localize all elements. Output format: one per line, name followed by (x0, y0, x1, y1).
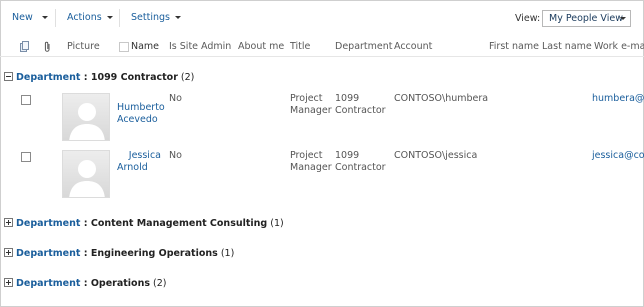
title-value: Project Manager (290, 93, 332, 117)
col-picture[interactable]: Picture (67, 41, 100, 53)
group-label[interactable]: Department (16, 278, 80, 289)
row-select-checkbox[interactable] (21, 95, 31, 105)
title-line-2: Manager (290, 162, 332, 173)
title-line-1: Project (290, 150, 323, 161)
group-header[interactable]: Department : Content Management Consulti… (4, 218, 284, 230)
col-department[interactable]: Department (335, 41, 393, 53)
settings-menu[interactable]: Settings (131, 12, 181, 24)
view-selector[interactable]: My People View (542, 10, 631, 27)
title-line-1: Project (290, 93, 323, 104)
settings-menu-label: Settings (131, 12, 170, 23)
person-name-link[interactable]: Humberto Acevedo (117, 102, 165, 126)
group-header[interactable]: Department : Engineering Operations (1) (4, 248, 234, 260)
name-line-1: Humberto (117, 102, 165, 113)
name-line-1: Jessica (128, 150, 161, 161)
work-email-link[interactable]: jessica@co (592, 150, 644, 162)
group-label[interactable]: Department (16, 218, 80, 229)
chevron-down-icon (620, 17, 626, 20)
col-is-site-admin[interactable]: Is Site Admin (169, 41, 231, 53)
col-name[interactable]: Name (131, 41, 159, 53)
person-name-link[interactable]: Jessica Arnold (117, 150, 161, 174)
col-last-name[interactable]: Last name (542, 41, 592, 53)
department-line-2: Contractor (335, 162, 386, 173)
view-selector-value: My People View (549, 13, 623, 24)
toolbar-divider (119, 9, 120, 27)
chevron-down-icon (41, 16, 48, 19)
chevron-down-icon (174, 16, 181, 19)
title-line-2: Manager (290, 105, 332, 116)
account-value: CONTOSO\jessica (394, 150, 478, 161)
department-line-1: 1099 (335, 150, 360, 161)
new-menu-label: New (12, 12, 33, 23)
person-placeholder-icon (62, 150, 110, 198)
title-value: Project Manager (290, 150, 332, 174)
group-label[interactable]: Department (16, 248, 80, 259)
group-count: (2) (180, 72, 195, 83)
name-line-2: Arnold (117, 162, 148, 173)
expand-icon[interactable] (4, 248, 13, 257)
group-separator: : (80, 278, 91, 289)
actions-menu-label: Actions (67, 12, 102, 23)
name-line-2: Acevedo (117, 114, 158, 125)
department-value: 1099 Contractor (335, 150, 386, 174)
is-site-admin-value: No (169, 93, 182, 104)
select-all-checkbox[interactable] (119, 42, 129, 52)
col-first-name[interactable]: First name (489, 41, 539, 53)
collapse-icon[interactable] (4, 72, 13, 81)
group-label[interactable]: Department (16, 72, 80, 83)
group-value: Operations (90, 278, 151, 289)
chevron-down-icon (106, 16, 113, 19)
col-title[interactable]: Title (290, 41, 310, 53)
group-count: (1) (220, 248, 235, 259)
person-placeholder-icon (62, 93, 110, 141)
list-toolbar: New Actions Settings View: My People Vie… (0, 0, 644, 34)
department-line-1: 1099 (335, 93, 360, 104)
actions-menu[interactable]: Actions (67, 12, 113, 24)
header-divider (0, 56, 644, 57)
group-header[interactable]: Department : 1099 Contractor (2) (4, 72, 194, 84)
toolbar-divider (55, 9, 56, 27)
group-separator: : (80, 72, 91, 83)
group-separator: : (80, 248, 91, 259)
new-menu[interactable]: New (12, 12, 48, 24)
document-type-icon[interactable] (20, 41, 29, 52)
group-value: 1099 Contractor (90, 72, 178, 83)
expand-icon[interactable] (4, 218, 13, 227)
attachment-icon[interactable] (44, 41, 51, 52)
account-value: CONTOSO\humbera (394, 93, 489, 104)
col-about-me[interactable]: About me (238, 41, 284, 53)
department-value: 1099 Contractor (335, 93, 386, 117)
group-value: Engineering Operations (90, 248, 218, 259)
col-work-email[interactable]: Work e-ma (594, 41, 644, 53)
row-select-checkbox[interactable] (21, 152, 31, 162)
department-line-2: Contractor (335, 105, 386, 116)
col-account[interactable]: Account (394, 41, 432, 53)
group-header[interactable]: Department : Operations (2) (4, 278, 167, 290)
group-separator: : (80, 218, 91, 229)
work-email-link[interactable]: humbera@co (592, 93, 644, 105)
view-label: View: (515, 13, 541, 24)
group-count: (2) (153, 278, 167, 289)
group-count: (1) (270, 218, 284, 229)
group-value: Content Management Consulting (90, 218, 268, 229)
expand-icon[interactable] (4, 278, 13, 287)
is-site-admin-value: No (169, 150, 182, 161)
